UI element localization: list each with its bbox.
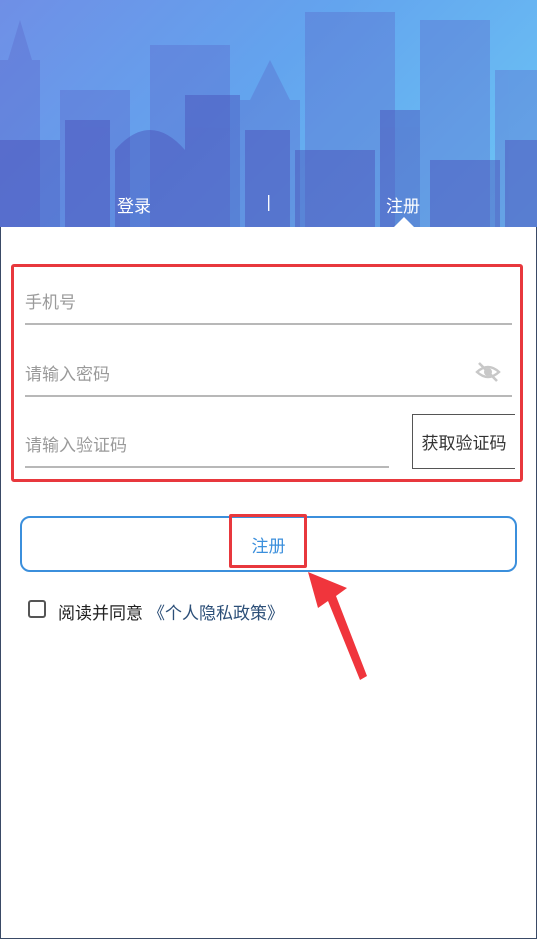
annotation-arrow-icon: [308, 572, 367, 680]
